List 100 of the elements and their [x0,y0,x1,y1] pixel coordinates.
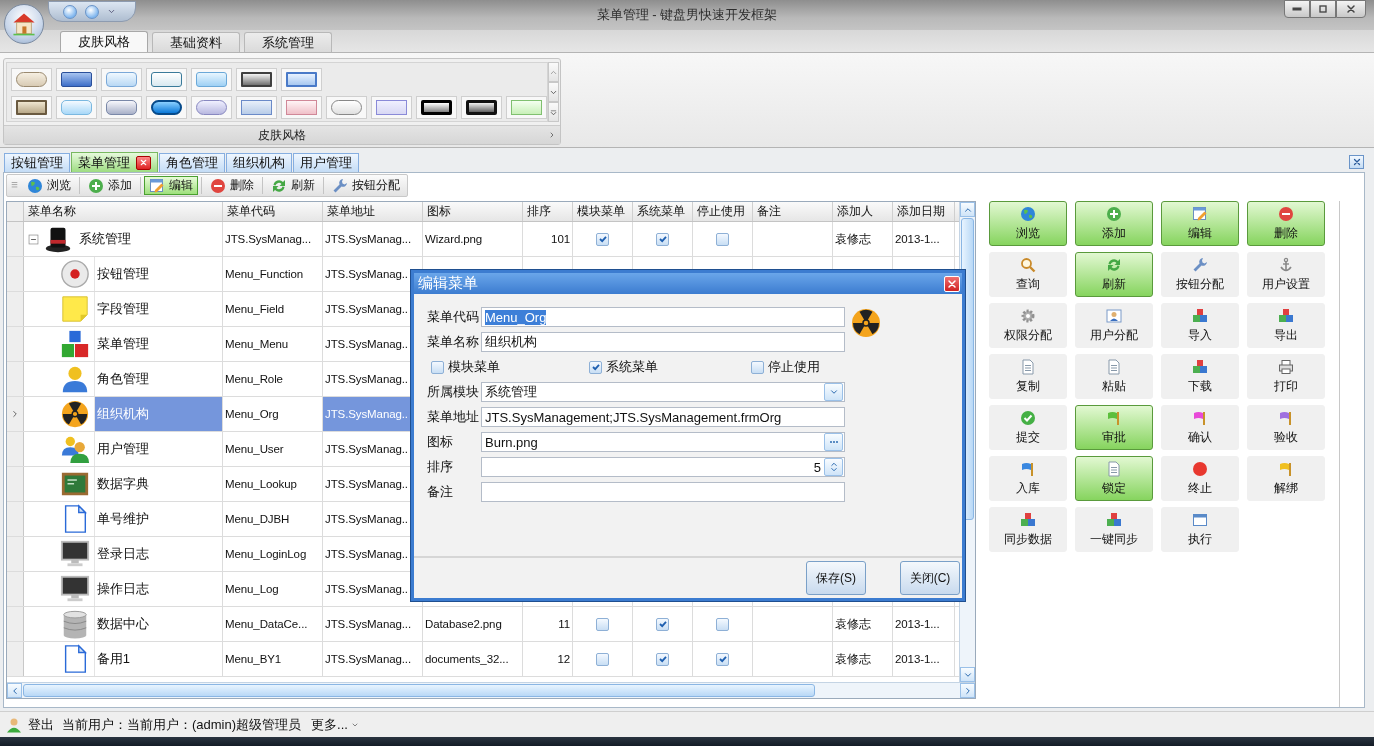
action-button[interactable]: 添加 [1075,201,1153,246]
row-header[interactable] [7,607,24,641]
skin-swatch[interactable] [146,96,187,119]
action-button[interactable]: 终止 [1161,456,1239,501]
row-header[interactable] [7,397,24,431]
tree-node-label[interactable]: 数据中心 [94,607,222,641]
checkbox[interactable] [716,652,729,666]
row-header[interactable] [7,642,24,676]
row-header[interactable] [7,467,24,501]
action-button[interactable]: 执行 [1161,507,1239,552]
action-button[interactable]: 权限分配 [989,303,1067,348]
quick-access-button[interactable] [63,4,77,19]
column-header[interactable]: 系统菜单 [633,202,693,221]
column-header[interactable]: 菜单代码 [223,202,323,221]
ribbon-tab[interactable]: 基础资料 [152,32,240,52]
tree-node-label[interactable]: 角色管理 [94,362,222,396]
maximize-button[interactable] [1310,0,1336,18]
document-tab[interactable]: 角色管理 [159,153,225,172]
row-header[interactable] [7,537,24,571]
scroll-down-button[interactable] [960,667,975,682]
tree-node-label[interactable]: 按钮管理 [94,257,222,291]
action-button[interactable]: 粘贴 [1075,354,1153,399]
toolbar-button[interactable]: 刷新 [266,176,320,195]
column-header[interactable]: 添加人 [833,202,893,221]
action-button[interactable]: 导出 [1247,303,1325,348]
action-button[interactable]: 刷新 [1075,252,1153,297]
ribbon-tab[interactable]: 系统管理 [244,32,332,52]
tree-node-label[interactable]: 操作日志 [94,572,222,606]
column-header[interactable]: 模块菜单 [573,202,633,221]
tab-close-button[interactable] [136,155,151,170]
action-button[interactable]: 查询 [989,252,1067,297]
document-tab[interactable]: 组织机构 [226,153,292,172]
column-header[interactable]: 添加日期 [893,202,955,221]
minimize-button[interactable] [1284,0,1310,18]
skin-swatch[interactable] [461,96,502,119]
action-button[interactable]: 导入 [1161,303,1239,348]
logout-link[interactable]: 登出 [28,715,54,734]
skin-swatch[interactable] [371,96,412,119]
action-button[interactable]: 用户分配 [1075,303,1153,348]
row-header[interactable] [7,362,24,396]
checkbox[interactable] [596,652,609,666]
row-header[interactable] [7,432,24,466]
tree-node-label[interactable]: 数据字典 [94,467,222,501]
action-button[interactable]: 打印 [1247,354,1325,399]
checkbox[interactable] [716,232,729,246]
column-header[interactable]: 菜单地址 [323,202,423,221]
input-field[interactable]: 组织机构 [481,332,845,352]
skin-swatch[interactable] [191,68,232,91]
row-header[interactable] [7,502,24,536]
tree-node-label[interactable]: 备用1 [94,642,222,676]
skin-swatch[interactable] [236,96,277,119]
dialog-button[interactable]: 关闭(C) [900,561,960,595]
row-header[interactable] [7,327,24,361]
document-tab[interactable]: 菜单管理 [71,152,158,172]
skin-swatch[interactable] [236,68,277,91]
skin-swatch[interactable] [191,96,232,119]
skin-swatch[interactable] [281,68,322,91]
action-button[interactable]: 确认 [1161,405,1239,450]
skin-swatch[interactable] [56,68,97,91]
checkbox[interactable] [596,232,609,246]
column-header[interactable]: 菜单名称 [24,202,223,221]
action-button[interactable]: 验收 [1247,405,1325,450]
skin-swatch[interactable] [506,96,547,119]
column-header[interactable]: 备注 [753,202,833,221]
row-header[interactable] [7,292,24,326]
horizontal-scrollbar[interactable] [7,682,975,698]
chevron-down-icon[interactable] [107,7,116,16]
tree-node-label[interactable]: 字段管理 [94,292,222,326]
action-button[interactable]: 编辑 [1161,201,1239,246]
number-spinner[interactable]: 5 [481,457,845,477]
close-button[interactable] [1336,0,1366,18]
action-button[interactable]: 按钮分配 [1161,252,1239,297]
quick-access-button[interactable] [85,4,99,19]
skin-swatch[interactable] [11,68,52,91]
column-header[interactable]: 图标 [423,202,523,221]
input-field[interactable]: JTS.SysManagement;JTS.SysManagement.frmOrg [481,407,845,427]
checkbox[interactable] [716,617,729,631]
dialog-button[interactable]: 保存(S) [806,561,866,595]
action-button[interactable]: 删除 [1247,201,1325,246]
input-field[interactable]: Menu_Org [481,307,845,327]
checkbox[interactable] [656,232,669,246]
skin-swatch[interactable] [416,96,457,119]
toolbar-button[interactable]: 浏览 [22,176,76,195]
tree-node-label[interactable]: 菜单管理 [94,327,222,361]
row-header[interactable] [7,572,24,606]
checkbox[interactable] [751,360,764,374]
action-button[interactable]: 浏览 [989,201,1067,246]
dropdown[interactable]: 系统管理 [481,382,845,402]
checkbox[interactable] [431,360,444,374]
checkbox[interactable] [589,360,602,374]
more-button[interactable]: 更多... [307,715,359,734]
toolbar-button[interactable]: 添加 [83,176,137,195]
input-field[interactable] [481,482,845,502]
collapse-icon[interactable] [28,233,39,245]
skin-swatch[interactable] [281,96,322,119]
toolbar-button[interactable]: 按钮分配 [327,176,405,195]
scroll-up-button[interactable] [960,202,975,217]
scrollbar-thumb[interactable] [23,684,815,697]
scroll-left-button[interactable] [7,683,22,698]
action-button[interactable]: 同步数据 [989,507,1067,552]
